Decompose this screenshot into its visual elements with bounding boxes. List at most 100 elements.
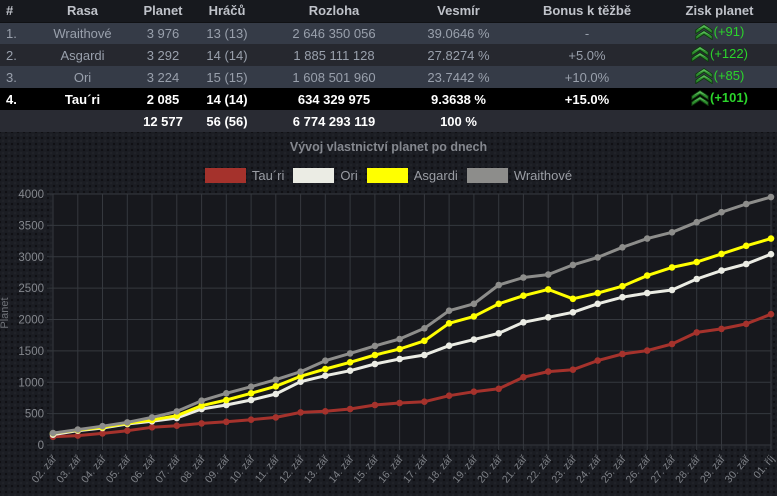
gain-cell: (+122) (662, 44, 777, 66)
svg-text:10. zář: 10. zář (228, 453, 258, 486)
table-row: 2.Asgardi3 29214 (14)1 885 111 12827.827… (0, 44, 777, 66)
svg-text:30. zář: 30. zář (723, 453, 753, 486)
legend-swatch-icon (467, 168, 508, 183)
legend-item-ori[interactable]: Ori (293, 168, 357, 183)
svg-text:27. zář: 27. zář (648, 453, 678, 486)
players-cell: 13 (13) (191, 22, 263, 44)
svg-text:22. zář: 22. zář (525, 453, 555, 486)
svg-text:2000: 2000 (18, 315, 44, 327)
column-header-7: Zisk planet (662, 0, 777, 22)
chart-legend: Tau´ri Ori Asgardi Wraithové (0, 167, 777, 184)
empty-cell (512, 110, 662, 132)
planets-cell: 3 224 (135, 66, 191, 88)
column-header-4: Rozloha (263, 0, 405, 22)
svg-text:25. zář: 25. zář (599, 453, 629, 486)
chart-plot: 0500100015002000250030003500400002. zář0… (0, 189, 777, 496)
bonus-cell: +15.0% (512, 88, 662, 110)
players-cell: 14 (14) (191, 44, 263, 66)
legend-item-asgardi[interactable]: Asgardi (367, 168, 458, 183)
svg-text:11. zář: 11. zář (253, 453, 283, 485)
area-cell: 634 329 975 (263, 88, 405, 110)
svg-text:02. zář: 02. zář (29, 453, 59, 486)
svg-text:14. zář: 14. zář (327, 453, 357, 486)
rank-chevrons-up-icon (691, 46, 709, 62)
svg-text:07. zář: 07. zář (153, 453, 183, 486)
svg-text:08. zář: 08. zář (178, 453, 208, 486)
race-statistics-page: #RasaPlanetHráčůRozlohaVesmírBonus k těž… (0, 0, 777, 496)
total-area-cell: 6 774 293 119 (263, 110, 405, 132)
empty-cell (662, 110, 777, 132)
gain-value: (+91) (714, 24, 745, 39)
bonus-cell: - (512, 22, 662, 44)
svg-text:20. zář: 20. zář (475, 453, 505, 486)
universe-cell: 9.3638 % (405, 88, 512, 110)
area-cell: 1 885 111 128 (263, 44, 405, 66)
players-cell: 15 (15) (191, 66, 263, 88)
empty-cell (30, 110, 135, 132)
table-row: 1.Wraithové3 97613 (13)2 646 350 05639.0… (0, 22, 777, 44)
race-stats-table: #RasaPlanetHráčůRozlohaVesmírBonus k těž… (0, 0, 777, 132)
svg-text:21. zář: 21. zář (500, 453, 530, 486)
gain-value: (+85) (714, 68, 745, 83)
svg-text:3000: 3000 (18, 252, 44, 264)
legend-label: Tau´ri (252, 168, 285, 183)
players-cell: 14 (14) (191, 88, 263, 110)
area-cell: 2 646 350 056 (263, 22, 405, 44)
legend-item-wraithov[interactable]: Wraithové (467, 168, 572, 183)
legend-item-tauri[interactable]: Tau´ri (205, 168, 285, 183)
planet-evolution-chart: Vývoj vlastnictví planet po dnech Tau´ri… (0, 139, 777, 496)
column-header-5: Vesmír (405, 0, 512, 22)
svg-text:17. zář: 17. zář (401, 453, 431, 486)
svg-text:03. zář: 03. zář (54, 453, 84, 486)
svg-text:29. zář: 29. zář (698, 453, 728, 486)
planets-cell: 3 976 (135, 22, 191, 44)
legend-label: Asgardi (414, 168, 458, 183)
svg-text:500: 500 (25, 409, 44, 421)
column-header-2: Planet (135, 0, 191, 22)
rank-cell: 1. (0, 22, 30, 44)
rank-chevrons-up-icon (691, 90, 709, 106)
planets-cell: 3 292 (135, 44, 191, 66)
svg-text:01. říj: 01. říj (751, 453, 777, 481)
universe-cell: 27.8274 % (405, 44, 512, 66)
column-header-1: Rasa (30, 0, 135, 22)
empty-cell (0, 110, 30, 132)
universe-cell: 23.7442 % (405, 66, 512, 88)
svg-text:24. zář: 24. zář (574, 453, 604, 486)
svg-text:12. zář: 12. zář (277, 453, 307, 486)
race-cell: Wraithové (30, 22, 135, 44)
svg-text:05. zář: 05. zář (104, 453, 134, 486)
chart-title: Vývoj vlastnictví planet po dnech (0, 139, 777, 155)
table-row: 4.Tau´ri2 08514 (14)634 329 9759.3638 %+… (0, 88, 777, 110)
universe-cell: 39.0646 % (405, 22, 512, 44)
rank-cell: 4. (0, 88, 30, 110)
table-totals-row: 12 57756 (56)6 774 293 119100 % (0, 110, 777, 132)
race-cell: Ori (30, 66, 135, 88)
svg-text:13. zář: 13. zář (302, 453, 332, 486)
column-header-3: Hráčů (191, 0, 263, 22)
svg-text:15. zář: 15. zář (351, 453, 381, 486)
total-players-cell: 56 (56) (191, 110, 263, 132)
gain-cell: (+91) (662, 22, 777, 44)
svg-text:3500: 3500 (18, 220, 44, 232)
gain-cell: (+101) (662, 88, 777, 110)
svg-text:26. zář: 26. zář (624, 453, 654, 486)
gain-value: (+122) (710, 46, 748, 61)
area-cell: 1 608 501 960 (263, 66, 405, 88)
table-header-row: #RasaPlanetHráčůRozlohaVesmírBonus k těž… (0, 0, 777, 22)
legend-label: Ori (340, 168, 357, 183)
svg-text:0: 0 (38, 440, 44, 452)
total-planets-cell: 12 577 (135, 110, 191, 132)
rank-chevrons-up-icon (695, 68, 713, 84)
svg-text:19. zář: 19. zář (450, 453, 480, 486)
race-cell: Asgardi (30, 44, 135, 66)
planets-cell: 2 085 (135, 88, 191, 110)
gain-cell: (+85) (662, 66, 777, 88)
gain-value: (+101) (710, 90, 748, 105)
legend-swatch-icon (293, 168, 334, 183)
svg-text:4000: 4000 (18, 189, 44, 201)
rank-cell: 3. (0, 66, 30, 88)
svg-text:28. zář: 28. zář (673, 453, 703, 486)
table-row: 3.Ori3 22415 (15)1 608 501 96023.7442 %+… (0, 66, 777, 88)
svg-text:1500: 1500 (18, 346, 44, 358)
